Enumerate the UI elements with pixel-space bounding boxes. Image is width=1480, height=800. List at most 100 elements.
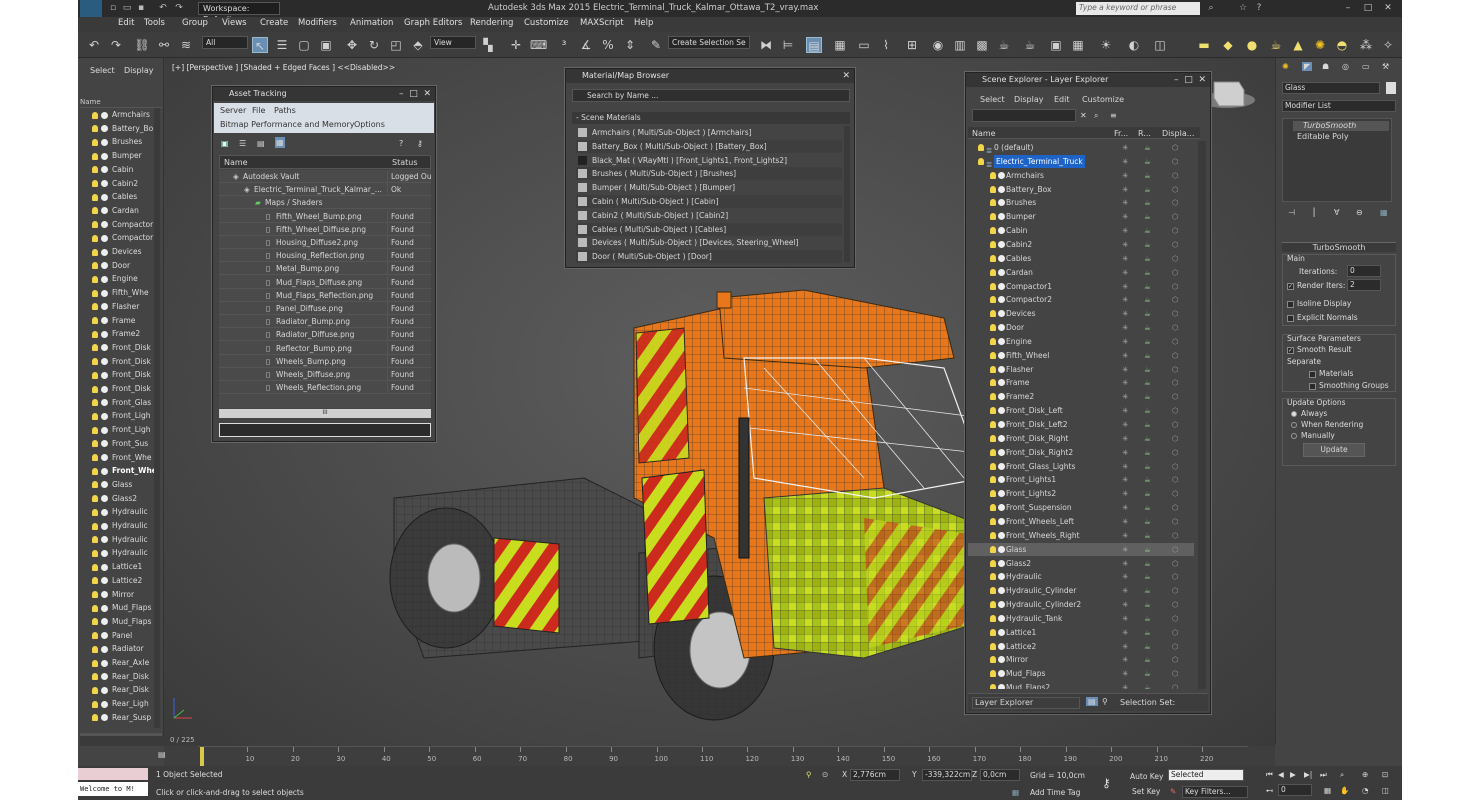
asset-row[interactable]: ▯ Fifth_Wheel_Bump.png Found: [219, 209, 431, 223]
reference-coord-dropdown[interactable]: View: [430, 36, 476, 49]
list-item[interactable]: Front_Disk: [92, 370, 160, 383]
list-item[interactable]: Rear_Disk: [92, 685, 160, 698]
freeze-icon[interactable]: ✳: [1122, 446, 1128, 459]
object-row[interactable]: Cables ✳ ☕ ⬡: [968, 252, 1194, 265]
render-teapot-icon[interactable]: ☕: [1144, 432, 1151, 445]
mini-curve-editor-icon[interactable]: ▤: [158, 750, 166, 759]
left-scrollbar[interactable]: [154, 108, 160, 728]
material-browser-window[interactable]: Material/Map Browser ✕ Search by Name ...…: [565, 68, 855, 268]
freeze-icon[interactable]: ✳: [1122, 293, 1128, 306]
plane-icon[interactable]: ▬: [1196, 37, 1212, 53]
light-bulb-icon[interactable]: [990, 642, 996, 650]
visibility-icon[interactable]: [101, 549, 108, 557]
render-teapot-icon[interactable]: ☕: [1144, 557, 1151, 570]
col-name[interactable]: Name: [972, 129, 996, 138]
lock-icon[interactable]: ⚲: [806, 770, 812, 779]
material-item[interactable]: Cabin ( Multi/Sub-Object ) [Cabin]: [576, 195, 842, 208]
next-frame-icon[interactable]: ▶|: [1304, 770, 1312, 779]
selection-filter-dropdown[interactable]: All: [202, 36, 248, 49]
menu-group[interactable]: Group: [182, 18, 208, 28]
object-row[interactable]: Front_Wheels_Left ✳ ☕ ⬡: [968, 515, 1194, 528]
asset-menu-options[interactable]: Options: [354, 120, 385, 129]
light-bulb-icon[interactable]: [990, 628, 996, 636]
asset-row[interactable]: ▯ Housing_Reflection.png Found: [219, 249, 431, 263]
render-setup-icon[interactable]: ▥: [952, 37, 968, 53]
prev-frame-icon[interactable]: ◀: [1278, 770, 1284, 779]
visibility-icon[interactable]: [101, 138, 108, 146]
light-bulb-icon[interactable]: [92, 317, 98, 324]
display-box-icon[interactable]: ⬡: [1172, 432, 1179, 445]
list-item[interactable]: Front_Ligh: [92, 411, 160, 424]
light-bulb-icon[interactable]: [92, 166, 98, 174]
menu-animation[interactable]: Animation: [350, 18, 393, 28]
freeze-icon[interactable]: ✳: [1122, 667, 1128, 680]
light-bulb-icon[interactable]: [978, 157, 984, 165]
visibility-icon[interactable]: [101, 591, 108, 598]
light-bulb-icon[interactable]: [92, 508, 98, 516]
display-box-icon[interactable]: ⬡: [1172, 515, 1179, 528]
time-slider-readout[interactable]: 0 / 225: [170, 736, 195, 744]
light-bulb-icon[interactable]: [990, 476, 996, 484]
modify-tab-icon[interactable]: ◤: [1302, 62, 1313, 71]
material-item[interactable]: Cables ( Multi/Sub-Object ) [Cables]: [576, 222, 842, 236]
material-item[interactable]: Armchairs ( Multi/Sub-Object ) [Armchair…: [576, 126, 842, 139]
object-row[interactable]: Lattice1 ✳ ☕ ⬡: [968, 626, 1194, 639]
render-teapot-icon[interactable]: ☕: [1144, 183, 1151, 196]
render-teapot-icon[interactable]: ☕: [1144, 252, 1151, 265]
current-frame-marker[interactable]: [200, 747, 204, 767]
light-bulb-icon[interactable]: [990, 573, 996, 581]
list-item[interactable]: Engine: [92, 274, 160, 287]
light-bulb-icon[interactable]: [978, 144, 984, 151]
zoom-all-icon[interactable]: ⊕: [1362, 770, 1368, 779]
render-teapot-icon[interactable]: ☕: [1144, 321, 1151, 334]
visibility-icon[interactable]: [101, 508, 108, 516]
render-teapot-icon[interactable]: ☕: [1144, 529, 1151, 542]
freeze-icon[interactable]: ✳: [1122, 501, 1128, 514]
render-teapot-icon[interactable]: ☕: [1144, 238, 1151, 251]
render-teapot-icon[interactable]: ☕: [1144, 460, 1151, 473]
hierarchy-tab-icon[interactable]: ☗: [1322, 62, 1329, 71]
freeze-icon[interactable]: ✳: [1122, 390, 1128, 403]
stack-turbosmooth[interactable]: TurboSmooth: [1293, 121, 1389, 131]
visibility-icon[interactable]: [101, 577, 108, 585]
pivot-icon[interactable]: ▚: [480, 37, 496, 53]
layer-explorer-window[interactable]: Scene Explorer - Layer Explorer – □ ✕ Sel…: [965, 72, 1211, 714]
freeze-icon[interactable]: ✳: [1122, 598, 1128, 611]
angle-snap-icon[interactable]: ∡: [578, 37, 594, 53]
visibility-icon[interactable]: [101, 618, 108, 626]
help-icon[interactable]: ?: [1254, 3, 1264, 13]
layers-icon[interactable]: ≡: [1110, 111, 1117, 120]
find-icon[interactable]: ⌕: [1094, 111, 1098, 121]
layer-menu-customize[interactable]: Customize: [1082, 95, 1124, 104]
list-item[interactable]: Battery_Bo: [92, 124, 160, 137]
layer-menu-select[interactable]: Select: [980, 95, 1005, 104]
render-teapot-icon[interactable]: ☕: [1144, 169, 1151, 182]
current-frame-field[interactable]: 0: [1278, 784, 1312, 796]
render-iters-spinner[interactable]: 2: [1347, 279, 1381, 291]
asset-menu-server[interactable]: Server: [220, 106, 246, 115]
light-bulb-icon[interactable]: [92, 454, 98, 461]
display-box-icon[interactable]: ⬡: [1172, 446, 1179, 459]
display-box-icon[interactable]: ⬡: [1172, 501, 1179, 514]
asset-row[interactable]: ▯ Reflector_Bump.png Found: [219, 341, 431, 355]
vray-render-icon[interactable]: ▦: [1070, 37, 1086, 53]
light-bulb-icon[interactable]: [92, 248, 98, 256]
asset-close-button[interactable]: – □ ✕: [399, 87, 431, 101]
visibility-icon[interactable]: [101, 125, 108, 133]
visibility-icon[interactable]: [101, 700, 108, 708]
visibility-icon[interactable]: [101, 289, 108, 297]
freeze-icon[interactable]: ✳: [1122, 473, 1128, 486]
display-box-icon[interactable]: ⬡: [1172, 404, 1179, 417]
smooth-checkbox[interactable]: ✓: [1287, 346, 1294, 354]
window-crossing-icon[interactable]: ▣: [318, 37, 334, 53]
freeze-icon[interactable]: ✳: [1122, 376, 1128, 389]
asset-row[interactable]: ▯ Wheels_Reflection.png Found: [219, 381, 431, 395]
light-bulb-icon[interactable]: [92, 563, 98, 571]
menu-help[interactable]: Help: [634, 18, 653, 28]
key-mode-dropdown[interactable]: Selected: [1168, 769, 1244, 781]
bind-space-warp-icon[interactable]: ≋: [178, 37, 194, 53]
teapot-obj-icon[interactable]: ☕: [1268, 37, 1284, 53]
key-icon[interactable]: ⚷: [1102, 776, 1111, 790]
display-box-icon[interactable]: ⬡: [1172, 280, 1179, 293]
visibility-icon[interactable]: [101, 481, 108, 489]
